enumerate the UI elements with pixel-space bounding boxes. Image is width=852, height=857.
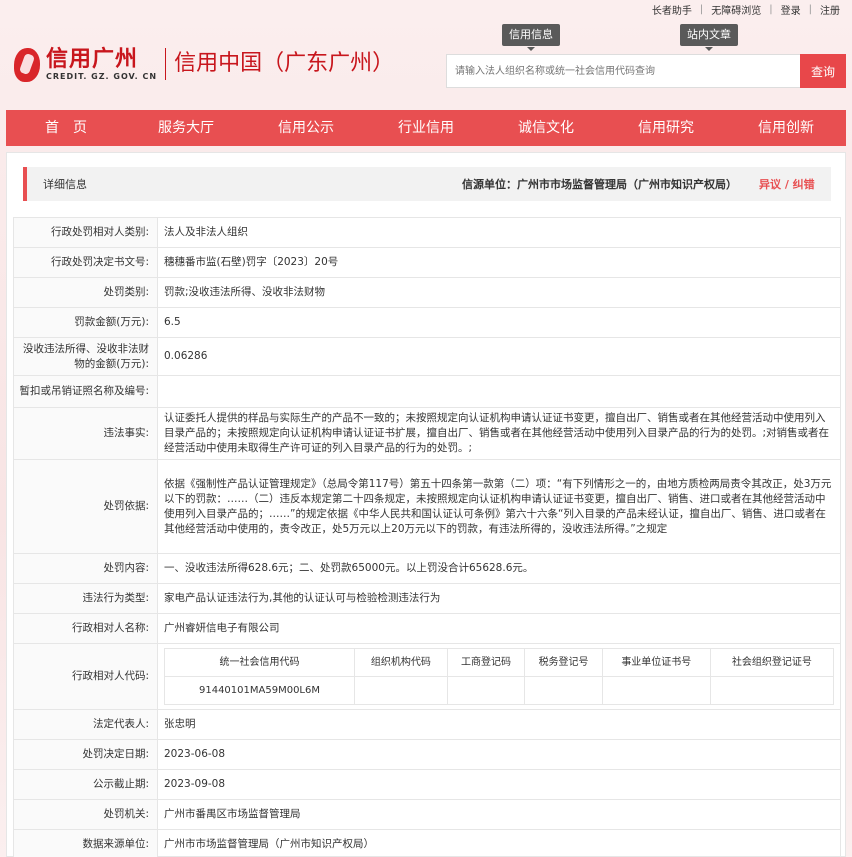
code-header: 统一社会信用代码	[164, 648, 355, 677]
field-value: 依据《强制性产品认证管理规定》（总局令第117号）第五十四条第一款第（二）项：“…	[157, 459, 841, 554]
field-value: 家电产品认证违法行为,其他的认证认可与检验检测违法行为	[157, 583, 841, 614]
search-input[interactable]	[446, 54, 800, 88]
nav-item-credit-publicity[interactable]: 信用公示	[246, 110, 366, 146]
detail-panel: 详细信息 信源单位：广州市市场监督管理局（广州市知识产权局） 异议 / 纠错 行…	[6, 152, 846, 857]
field-label: 处罚机关:	[13, 799, 158, 830]
code-value: 91440101MA59M00L6M	[164, 676, 355, 705]
site-header: 信用广州 CREDIT. GZ. GOV. CN 信用中国（广东广州） 信用信息…	[0, 18, 852, 106]
field-label: 处罚类别:	[13, 277, 158, 308]
site-logo[interactable]: 信用广州 CREDIT. GZ. GOV. CN 信用中国（广东广州）	[12, 44, 394, 84]
code-value	[446, 676, 526, 705]
code-header-row: 统一社会信用代码 组织机构代码 工商登记码 税务登记号 事业单位证书号 社会组织…	[164, 648, 835, 677]
field-value: 罚款;没收违法所得、没收非法财物	[157, 277, 841, 308]
field-label: 没收违法所得、没收非法财物的金额(万元):	[13, 337, 158, 376]
table-row: 法定代表人: 张忠明	[13, 709, 841, 740]
field-label: 法定代表人:	[13, 709, 158, 740]
search-tab-site-articles[interactable]: 站内文章	[680, 24, 738, 51]
field-label: 行政处罚决定书文号:	[13, 247, 158, 278]
code-table: 统一社会信用代码 组织机构代码 工商登记码 税务登记号 事业单位证书号 社会组织…	[164, 648, 835, 705]
table-row: 没收违法所得、没收非法财物的金额(万元): 0.06286	[13, 337, 841, 376]
field-value: 一、没收违法所得628.6元；二、处罚款65000元。以上罚没合计65628.6…	[157, 553, 841, 584]
logo-mark-icon	[12, 44, 42, 84]
detail-header: 详细信息 信源单位：广州市市场监督管理局（广州市知识产权局） 异议 / 纠错	[23, 167, 831, 201]
objection-link[interactable]: 异议 / 纠错	[759, 176, 815, 192]
field-label: 行政相对人代码:	[13, 643, 158, 710]
field-value: 认证委托人提供的样品与实际生产的产品不一致的；未按照规定向认证机构申请认证证书变…	[157, 407, 841, 460]
field-value: 广州睿妍信电子有限公司	[157, 613, 841, 644]
field-value: 0.06286	[157, 337, 841, 376]
nav-item-credit-innovation[interactable]: 信用创新	[726, 110, 846, 146]
source-unit: 信源单位：广州市市场监督管理局（广州市知识产权局）	[462, 178, 737, 191]
field-label: 行政相对人名称:	[13, 613, 158, 644]
nav-item-home[interactable]: 首 页	[6, 110, 126, 146]
table-row: 行政处罚相对人类别: 法人及非法人组织	[13, 217, 841, 248]
table-row: 处罚决定日期: 2023-06-08	[13, 739, 841, 770]
table-row: 处罚内容: 一、没收违法所得628.6元；二、处罚款65000元。以上罚没合计6…	[13, 553, 841, 584]
detail-title: 详细信息	[43, 178, 87, 191]
code-header: 工商登记码	[446, 648, 526, 677]
field-value: 2023-09-08	[157, 769, 841, 800]
field-label: 违法事实:	[13, 407, 158, 460]
field-value: 2023-06-08	[157, 739, 841, 770]
code-value	[601, 676, 711, 705]
table-row: 处罚机关: 广州市番禺区市场监督管理局	[13, 799, 841, 830]
logo-title: 信用广州	[46, 46, 139, 72]
table-row: 罚款金额(万元): 6.5	[13, 307, 841, 338]
main-nav: 首 页 服务大厅 信用公示 行业信用 诚信文化 信用研究 信用创新	[6, 110, 846, 146]
top-utility-bar: 长者助手 | 无障碍浏览 | 登录 | 注册	[644, 0, 852, 18]
accessible-browse-link[interactable]: 无障碍浏览	[703, 2, 769, 17]
code-header: 社会组织登记证号	[709, 648, 835, 677]
field-label: 数据来源单位:	[13, 829, 158, 857]
logo-domain: CREDIT. GZ. GOV. CN	[46, 71, 158, 81]
table-row: 违法行为类型: 家电产品认证违法行为,其他的认证认可与检验检测违法行为	[13, 583, 841, 614]
field-value: 法人及非法人组织	[157, 217, 841, 248]
table-row: 暂扣或吊销证照名称及编号:	[13, 375, 841, 408]
elder-assistant-link[interactable]: 长者助手	[644, 2, 700, 17]
code-value	[709, 676, 835, 705]
field-label: 违法行为类型:	[13, 583, 158, 614]
code-value	[354, 676, 448, 705]
table-row: 行政相对人代码: 统一社会信用代码 组织机构代码 工商登记码 税务登记号 事业单…	[13, 643, 841, 710]
nav-item-industry-credit[interactable]: 行业信用	[366, 110, 486, 146]
table-row: 数据来源单位: 广州市市场监督管理局（广州市知识产权局）	[13, 829, 841, 857]
code-header: 事业单位证书号	[601, 648, 711, 677]
table-row: 违法事实: 认证委托人提供的样品与实际生产的产品不一致的；未按照规定向认证机构申…	[13, 407, 841, 460]
code-header: 组织机构代码	[354, 648, 448, 677]
nav-item-integrity-culture[interactable]: 诚信文化	[486, 110, 606, 146]
login-link[interactable]: 登录	[773, 2, 809, 17]
field-label: 暂扣或吊销证照名称及编号:	[13, 375, 158, 408]
field-value: 广州市市场监督管理局（广州市知识产权局）	[157, 829, 841, 857]
nav-item-credit-research[interactable]: 信用研究	[606, 110, 726, 146]
field-value	[157, 375, 841, 408]
detail-table: 行政处罚相对人类别: 法人及非法人组织 行政处罚决定书文号: 穗穗番市监(石壁)…	[13, 217, 841, 857]
search-bar: 查询	[446, 54, 846, 88]
search-button[interactable]: 查询	[800, 54, 846, 88]
table-row: 处罚依据: 依据《强制性产品认证管理规定》（总局令第117号）第五十四条第一款第…	[13, 459, 841, 554]
field-label: 罚款金额(万元):	[13, 307, 158, 338]
field-label: 行政处罚相对人类别:	[13, 217, 158, 248]
search-tab-credit-info[interactable]: 信用信息	[502, 24, 560, 51]
field-label: 公示截止期:	[13, 769, 158, 800]
table-row: 公示截止期: 2023-09-08	[13, 769, 841, 800]
nav-item-service-hall[interactable]: 服务大厅	[126, 110, 246, 146]
field-label: 处罚决定日期:	[13, 739, 158, 770]
table-row: 处罚类别: 罚款;没收违法所得、没收非法财物	[13, 277, 841, 308]
table-row: 行政处罚决定书文号: 穗穗番市监(石壁)罚字〔2023〕20号	[13, 247, 841, 278]
field-value: 张忠明	[157, 709, 841, 740]
field-value: 穗穗番市监(石壁)罚字〔2023〕20号	[157, 247, 841, 278]
field-value: 6.5	[157, 307, 841, 338]
code-value-row: 91440101MA59M00L6M	[164, 676, 835, 705]
logo-divider	[165, 48, 167, 80]
code-header: 税务登记号	[524, 648, 603, 677]
code-value	[524, 676, 603, 705]
field-label: 处罚依据:	[13, 459, 158, 554]
field-label: 处罚内容:	[13, 553, 158, 584]
table-row: 行政相对人名称: 广州睿妍信电子有限公司	[13, 613, 841, 644]
field-value: 广州市番禺区市场监督管理局	[157, 799, 841, 830]
register-link[interactable]: 注册	[812, 2, 848, 17]
logo-subtitle: 信用中国（广东广州）	[174, 51, 395, 76]
